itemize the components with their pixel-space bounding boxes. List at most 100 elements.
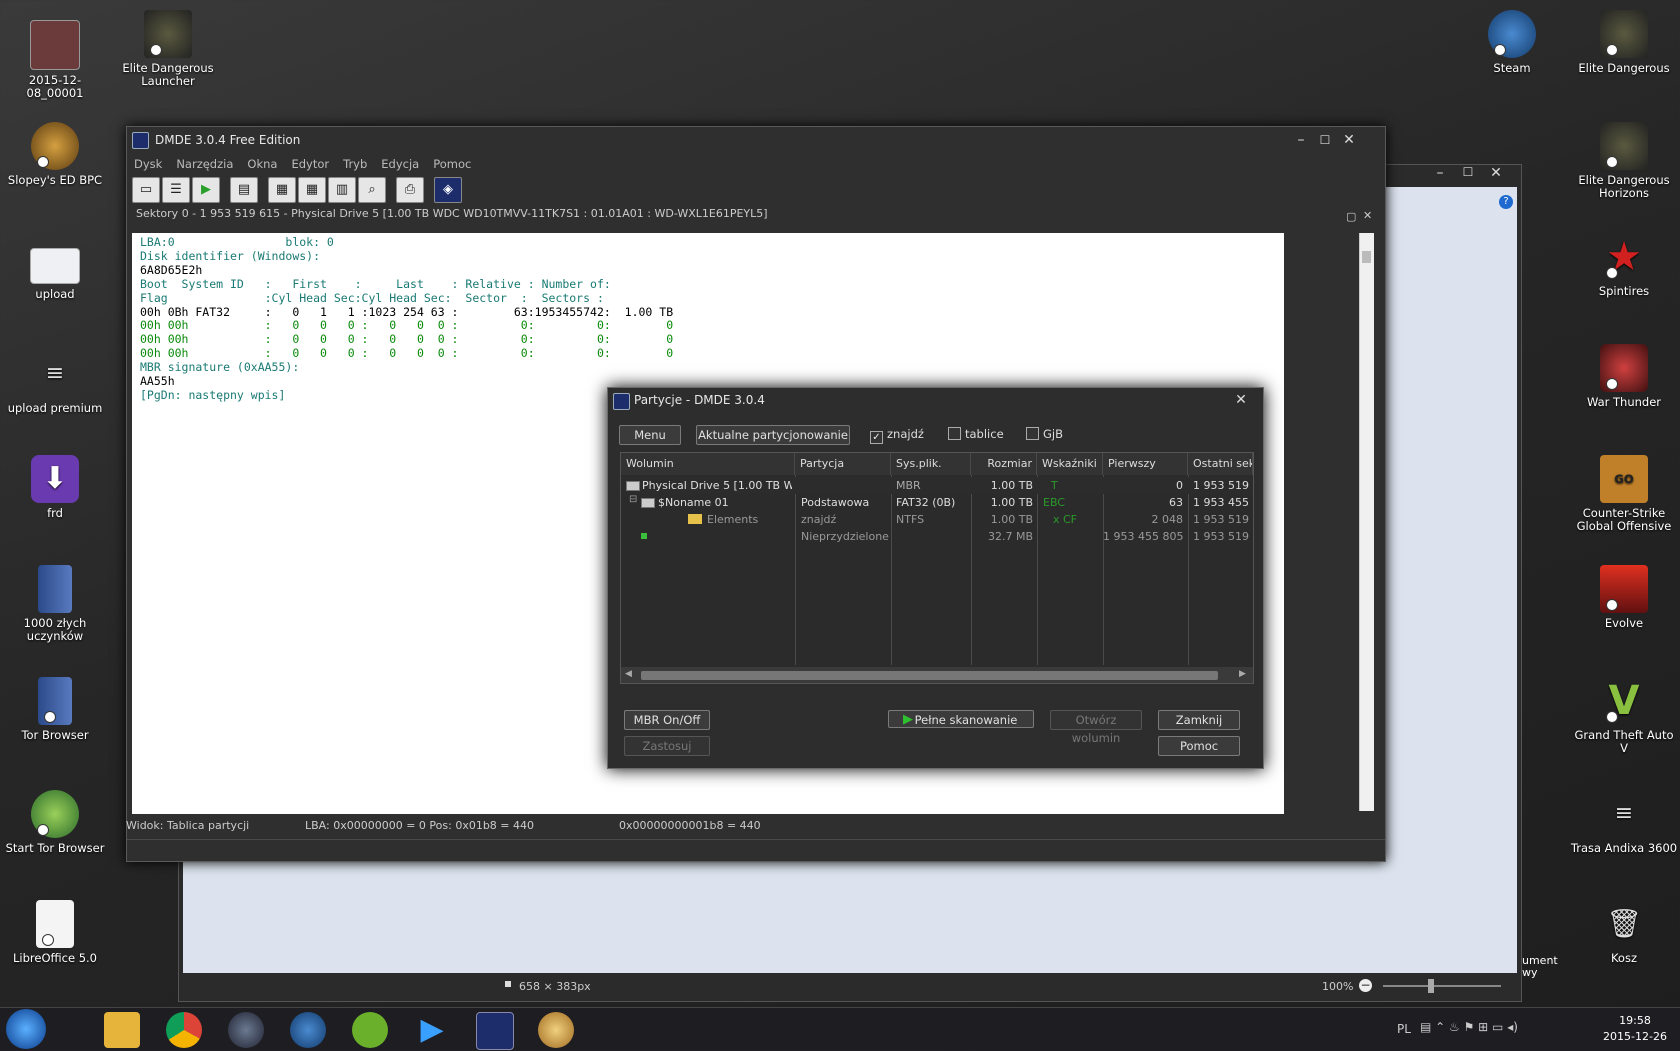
zoom-out-button[interactable]: −: [1359, 979, 1372, 992]
hex-line[interactable]: 00h 00h : 0 0 0 : 0 0 0 : 0: 0: 0: [140, 318, 673, 332]
chrome-icon[interactable]: [166, 1012, 202, 1048]
close-dialog-button[interactable]: Zamknij: [1158, 710, 1240, 730]
hex-line[interactable]: 00h 00h : 0 0 0 : 0 0 0 : 0: 0: 0: [140, 346, 673, 360]
file-new-icon[interactable]: ▤: [230, 177, 258, 203]
full-scan-button[interactable]: ▶ Pełne skanowanie: [888, 710, 1034, 728]
desktop-icon[interactable]: Slopey's ED BPC: [1, 122, 109, 187]
desktop-icon[interactable]: Steam: [1458, 10, 1566, 75]
paint-icon[interactable]: [538, 1012, 574, 1048]
horizontal-scrollbar[interactable]: ◀ ▶: [621, 667, 1253, 683]
table-row[interactable]: Nieprzydzielone 32.7 MB 1 953 455 805 1 …: [621, 528, 1253, 545]
desktop-icon[interactable]: Elite Dangerous: [1570, 10, 1678, 75]
language-indicator[interactable]: PL: [1397, 1022, 1411, 1036]
table-row[interactable]: ⊟ $Noname 01 Podstawowa FAT32 (0B) 1.00 …: [621, 494, 1253, 511]
desktop-icon[interactable]: 2015-12-08_00001: [1, 20, 109, 100]
column-header[interactable]: Sys.plik.: [891, 453, 971, 475]
menu-narzedzia[interactable]: Narzędzia: [169, 153, 240, 175]
desktop-icon[interactable]: LibreOffice 5.0: [1, 900, 109, 965]
tree-expand-icon[interactable]: ⊟: [629, 494, 637, 505]
sectors-icon[interactable]: ▦: [268, 177, 296, 203]
steam-icon[interactable]: [290, 1012, 326, 1048]
apply-button[interactable]: Zastosuj: [624, 736, 710, 756]
help-icon[interactable]: ?: [1499, 195, 1513, 209]
list-icon[interactable]: ☰: [162, 177, 190, 203]
utorrent-icon[interactable]: [352, 1012, 388, 1048]
scroll-right-icon[interactable]: ▶: [1239, 669, 1246, 679]
close-button[interactable]: ✕: [1485, 165, 1507, 187]
scroll-thumb[interactable]: [641, 671, 1218, 680]
drive-icon[interactable]: ▭: [132, 177, 160, 203]
desktop-icon[interactable]: ⬇ frd: [1, 455, 109, 520]
table-row[interactable]: Physical Drive 5 [1.00 TB W... MBR 1.00 …: [621, 477, 1253, 494]
column-header[interactable]: Pierwszy sek...: [1103, 453, 1188, 492]
desktop-icon[interactable]: upload: [1, 240, 109, 301]
search-icon[interactable]: ⌕: [358, 177, 386, 203]
zoom-level: 100%: [1322, 980, 1354, 993]
column-header[interactable]: Ostatni sek...: [1188, 453, 1253, 475]
menu-button[interactable]: Menu: [619, 425, 681, 445]
minimize-button[interactable]: –: [1290, 127, 1312, 149]
minimize-button[interactable]: –: [1429, 165, 1451, 187]
column-header[interactable]: Wolumin: [621, 453, 795, 475]
zoom-slider[interactable]: [1383, 985, 1501, 987]
menu-edytor[interactable]: Edytor: [284, 153, 336, 175]
desktop-icon[interactable]: Tor Browser: [1, 677, 109, 742]
play-icon[interactable]: ▶: [192, 177, 220, 203]
scroll-thumb[interactable]: [1362, 251, 1371, 263]
restore-icon[interactable]: ▢: [1346, 208, 1356, 226]
export-icon[interactable]: ⎙: [396, 177, 424, 203]
menu-okna[interactable]: Okna: [240, 153, 284, 175]
table-row[interactable]: Elements znajdź NTFS 1.00 TB x CF 2 048 …: [621, 511, 1253, 528]
desktop-icon[interactable]: 🗑 Kosz: [1570, 900, 1678, 965]
checkbox-znajdz[interactable]: ✓ znajdź: [870, 427, 924, 444]
clock-date[interactable]: 2015-12-26: [1600, 1030, 1670, 1043]
desktop-icon[interactable]: 1000 złych uczynków: [1, 565, 109, 643]
close-button[interactable]: ✕: [1230, 388, 1252, 410]
checkbox-tablice[interactable]: tablice: [948, 427, 1004, 441]
hex-line[interactable]: [PgDn: następny wpis]: [140, 388, 285, 402]
maximize-button[interactable]: ☐: [1457, 165, 1479, 187]
menu-pomoc[interactable]: Pomoc: [426, 153, 478, 175]
checkbox-gjb[interactable]: GjB: [1026, 427, 1063, 441]
column-header[interactable]: Partycja: [795, 453, 891, 475]
help-button[interactable]: Pomoc: [1158, 736, 1240, 756]
close-icon[interactable]: ✕: [1363, 207, 1372, 225]
hex-line[interactable]: 00h 0Bh FAT32 : 0 1 1 :1023 254 63 : 63:…: [140, 305, 673, 319]
table-icon[interactable]: ▦: [298, 177, 326, 203]
media-player-icon[interactable]: ▶: [414, 1012, 450, 1048]
partitions-table[interactable]: Wolumin Partycja Sys.plik. Rozmiar Wskaź…: [620, 452, 1254, 684]
open-volume-button[interactable]: Otwórz wolumin: [1050, 710, 1142, 745]
current-partitioning-button[interactable]: Aktualne partycjonowanie: [696, 425, 850, 445]
column-header[interactable]: Rozmiar: [971, 453, 1037, 475]
elite-dangerous-icon[interactable]: [228, 1012, 264, 1048]
desktop-icon[interactable]: GO Counter-Strike Global Offensive: [1570, 455, 1678, 533]
desktop-icon[interactable]: ★ Spintires: [1570, 233, 1678, 298]
grid-icon[interactable]: ▥: [328, 177, 356, 203]
download-arrow-icon: ⬇: [31, 455, 79, 503]
menu-edycja[interactable]: Edycja: [374, 153, 426, 175]
dmde-logo-icon[interactable]: ◈: [434, 177, 462, 203]
tray-icons[interactable]: ▤ ⌃ ♨ ⚑ ⊞ ▭ ◂): [1420, 1020, 1518, 1034]
column-header[interactable]: Wskaźniki: [1037, 453, 1103, 475]
vertical-scrollbar[interactable]: [1359, 233, 1374, 811]
clock-time[interactable]: 19:58: [1600, 1014, 1670, 1027]
close-button[interactable]: ✕: [1338, 127, 1360, 149]
zoom-slider-thumb[interactable]: [1428, 979, 1434, 993]
desktop-icon[interactable]: Elite Dangerous Launcher: [114, 10, 222, 88]
desktop-icon[interactable]: ≡ upload premium: [1, 350, 109, 415]
desktop-icon[interactable]: War Thunder: [1570, 344, 1678, 409]
scroll-left-icon[interactable]: ◀: [625, 669, 632, 679]
menu-tryb[interactable]: Tryb: [336, 153, 374, 175]
maximize-button[interactable]: ☐: [1314, 127, 1336, 149]
menu-dysk[interactable]: Dysk: [127, 153, 169, 175]
desktop-icon[interactable]: ≡ Trasa Andixa 3600: [1570, 790, 1678, 855]
dmde-icon[interactable]: [476, 1012, 514, 1050]
desktop-icon[interactable]: Start Tor Browser: [1, 790, 109, 855]
desktop-icon[interactable]: Evolve: [1570, 565, 1678, 630]
mbr-toggle-button[interactable]: MBR On/Off: [624, 710, 710, 730]
windows-start-icon[interactable]: [6, 1009, 46, 1049]
desktop-icon[interactable]: Elite Dangerous Horizons: [1570, 122, 1678, 200]
hex-line[interactable]: 00h 00h : 0 0 0 : 0 0 0 : 0: 0: 0: [140, 332, 673, 346]
file-explorer-icon[interactable]: [104, 1012, 140, 1048]
desktop-icon[interactable]: V Grand Theft Auto V: [1570, 677, 1678, 755]
